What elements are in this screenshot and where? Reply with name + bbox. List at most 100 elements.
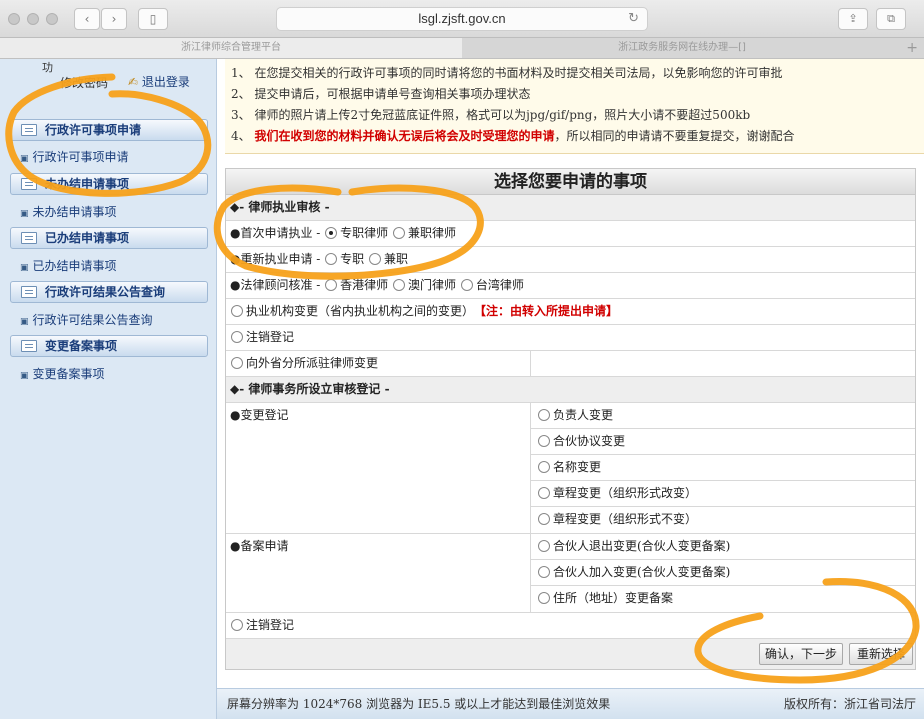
minimize-window-button[interactable] xyxy=(27,13,39,25)
radio-charter-form-unchanged[interactable] xyxy=(538,513,550,525)
option-label: 向外省分所派驻律师变更 xyxy=(246,356,379,370)
item-label: 变更备案事项 xyxy=(32,367,105,381)
heading-label: 变更备案事项 xyxy=(45,339,118,353)
option-label: 执业机构变更（省内执业机构之间的变更） xyxy=(246,304,475,318)
notice-box: 1、 在您提交相关的行政许可事项的同时请将您的书面材料及时提交相关司法局，以免影… xyxy=(225,59,924,154)
option-row: 章程变更（组织形式不变） xyxy=(531,507,915,533)
sidebar-toggle-button[interactable]: ▯ xyxy=(138,8,168,30)
confirm-next-button[interactable]: 确认，下一步 xyxy=(759,643,843,665)
radio-head-change[interactable] xyxy=(538,409,550,421)
radio-part-time[interactable] xyxy=(369,253,382,265)
reset-button[interactable]: 重新选择 xyxy=(849,643,913,665)
radio-macau-lawyer[interactable] xyxy=(393,279,406,291)
notice-line: 1、 在您提交相关的行政许可事项的同时请将您的书面材料及时提交相关司法局，以免影… xyxy=(231,66,783,80)
row-label: ●法律顾问核准 - xyxy=(230,278,321,292)
radio-taiwan-lawyer[interactable] xyxy=(460,279,473,291)
item-label: 行政许可事项申请 xyxy=(32,150,129,164)
sidebar-item-results[interactable]: ▣ 行政许可结果公告查询 xyxy=(20,311,153,328)
option-label: 章程变更（组织形式不变） xyxy=(553,512,698,526)
row-cancel-1: 注销登记 xyxy=(226,325,915,351)
folder-icon xyxy=(21,232,37,244)
radio-hk-lawyer[interactable] xyxy=(325,279,338,291)
item-label: 未办结申请事项 xyxy=(32,205,117,219)
org-change-note: 【注：由转入所提出申请】 xyxy=(480,304,619,318)
sidebar-item-change-filing[interactable]: ▣ 变更备案事项 xyxy=(20,365,105,382)
back-button[interactable]: ‹ xyxy=(74,8,100,30)
main-content: 1、 在您提交相关的行政许可事项的同时请将您的书面材料及时提交相关司法局，以免影… xyxy=(217,59,924,719)
option-label: 注销登记 xyxy=(246,330,295,344)
radio-org-change[interactable] xyxy=(231,305,243,317)
tab-lawyer-platform[interactable]: 浙江律师综合管理平台 xyxy=(0,38,462,58)
option-row: 负责人变更 xyxy=(531,403,915,429)
tab-gov-service[interactable]: 浙江政务服务网在线办理—[] xyxy=(462,38,902,58)
radio-partner-join[interactable] xyxy=(538,566,550,578)
sidebar-heading-permit-apply[interactable]: 行政许可事项申请 xyxy=(10,119,208,141)
notice-line: 2、 提交申请后，可根据申请单号查询相关事项办理状态 xyxy=(231,87,531,101)
sidebar-item-completed[interactable]: ▣ 已办结申请事项 xyxy=(20,257,117,274)
folder-icon xyxy=(21,286,37,298)
option-label: 名称变更 xyxy=(553,460,602,474)
zoom-window-button[interactable] xyxy=(46,13,58,25)
new-tab-icon[interactable]: + xyxy=(906,38,918,58)
section-lawyer-practice: ◆- 律师执业审核 - xyxy=(226,195,915,221)
radio-partnership-agreement[interactable] xyxy=(538,435,550,447)
radio-cancel-registration[interactable] xyxy=(231,331,243,343)
sidebar-heading-pending[interactable]: 未办结申请事项 xyxy=(10,173,208,195)
tab-bar: 浙江律师综合管理平台 浙江政务服务网在线办理—[] + xyxy=(0,38,924,59)
radio-charter-form-changed[interactable] xyxy=(538,487,550,499)
group-label: ●备案申请 xyxy=(230,539,289,553)
application-form: 选择您要申请的事项 ◆- 律师执业审核 - ●首次申请执业 - 专职律师 兼职律… xyxy=(225,168,916,670)
empty-cell xyxy=(530,351,917,376)
radio-part-time-lawyer[interactable] xyxy=(393,227,406,239)
logout-link[interactable]: ✍ 退出登录 xyxy=(128,73,190,90)
option-label: 合伙人加入变更(合伙人变更备案) xyxy=(553,565,731,579)
option-label: 负责人变更 xyxy=(553,408,614,422)
heading-label: 未办结申请事项 xyxy=(45,177,130,191)
radio-address-change[interactable] xyxy=(538,592,550,604)
sidebar-item-pending[interactable]: ▣ 未办结申请事项 xyxy=(20,203,117,220)
form-actions: 确认，下一步 重新选择 xyxy=(226,639,915,669)
logout-label: 退出登录 xyxy=(141,75,190,89)
url-text: lsgl.zjsft.gov.cn xyxy=(418,11,506,26)
reload-icon[interactable]: ↻ xyxy=(628,8,639,30)
chevron-left-icon: ‹ xyxy=(84,12,90,26)
folder-icon xyxy=(21,340,37,352)
tab-label: 浙江政务服务网在线办理—[] xyxy=(618,42,746,53)
forward-button[interactable]: › xyxy=(101,8,127,30)
change-password-link[interactable]: 修改密码 xyxy=(60,74,108,91)
radio-firm-cancel-registration[interactable] xyxy=(231,619,243,631)
address-bar[interactable]: lsgl.zjsft.gov.cn ↻ xyxy=(276,7,648,31)
row-org-change: 执业机构变更（省内执业机构之间的变更） 【注：由转入所提出申请】 xyxy=(226,299,915,325)
form-title: 选择您要申请的事项 xyxy=(226,169,915,195)
option-row: 住所（地址）变更备案 xyxy=(531,586,915,612)
notice-line: 4、 我们在收到您的材料并确认无误后将会及时受理您的申请，所以相同的申请请不要重… xyxy=(231,127,794,144)
radio-full-time-lawyer[interactable] xyxy=(325,227,338,239)
row-consultant: ●法律顾问核准 - 香港律师 澳门律师 台湾律师 xyxy=(226,273,915,299)
row-cancel-2: 注销登记 xyxy=(226,613,915,639)
tabs-icon: ⧉ xyxy=(887,12,895,25)
browser-requirement-text: 屏幕分辨率为 1024*768 浏览器为 IE5.5 或以上才能达到最佳浏览效果 xyxy=(227,697,611,711)
sidebar-heading-change-filing[interactable]: 变更备案事项 xyxy=(10,335,208,357)
radio-name-change[interactable] xyxy=(538,461,550,473)
item-label: 已办结申请事项 xyxy=(32,259,117,273)
sidebar-heading-results[interactable]: 行政许可结果公告查询 xyxy=(10,281,208,303)
radio-partner-exit[interactable] xyxy=(538,540,550,552)
page-footer: 屏幕分辨率为 1024*768 浏览器为 IE5.5 或以上才能达到最佳浏览效果… xyxy=(217,688,924,719)
radio-full-time[interactable] xyxy=(325,253,338,265)
sidebar-heading-completed[interactable]: 已办结申请事项 xyxy=(10,227,208,249)
cropped-text: 功 xyxy=(42,61,53,74)
option-label: 香港律师 xyxy=(340,278,389,292)
radio-outbound-branch[interactable] xyxy=(231,357,243,369)
bullet-icon: ▣ xyxy=(20,154,29,164)
show-tabs-button[interactable]: ⧉ xyxy=(876,8,906,30)
browser-toolbar: ‹ › ▯ lsgl.zjsft.gov.cn ↻ ⇪ ⧉ xyxy=(0,0,924,38)
share-button[interactable]: ⇪ xyxy=(838,8,868,30)
option-row: 合伙人退出变更(合伙人变更备案) xyxy=(531,534,915,560)
close-window-button[interactable] xyxy=(8,13,20,25)
folder-icon xyxy=(21,124,37,136)
row-label: ●首次申请执业 - xyxy=(230,226,321,240)
folder-icon xyxy=(21,178,37,190)
option-label: 兼职律师 xyxy=(408,226,457,240)
sidebar-item-permit-apply[interactable]: ▣ 行政许可事项申请 xyxy=(20,148,129,165)
sidebar: 功 修改密码 ✍ 退出登录 行政许可事项申请 ▣ 行政许可事项申请 未办结申请事项… xyxy=(0,59,217,719)
